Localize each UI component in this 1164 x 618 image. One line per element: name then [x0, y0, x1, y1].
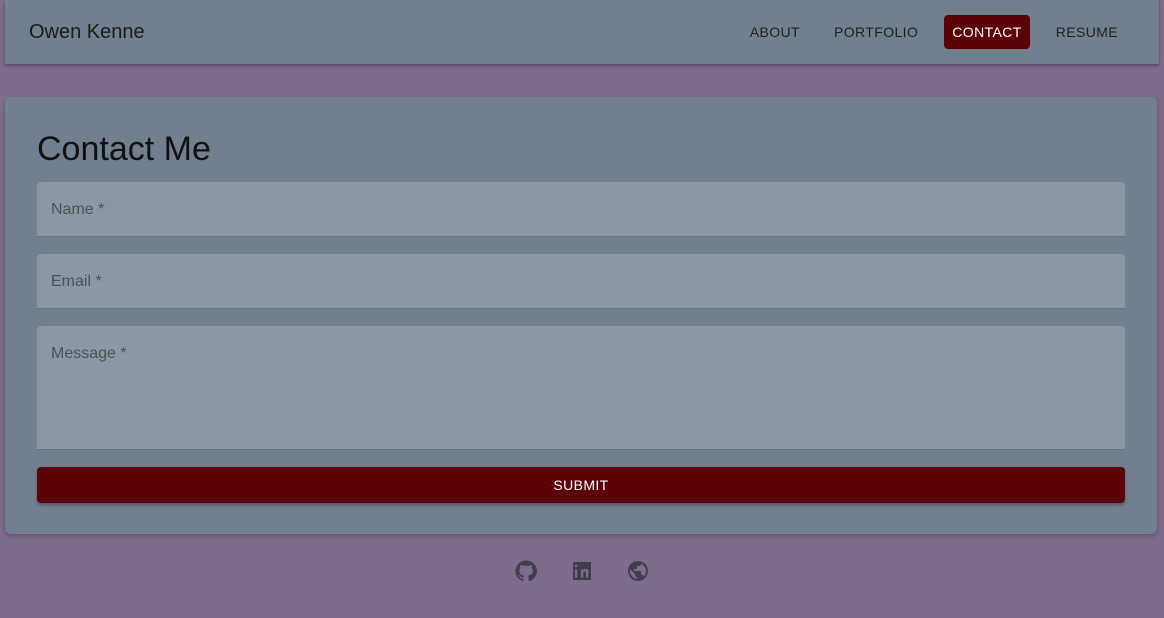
- message-field[interactable]: Message *: [37, 326, 1125, 450]
- email-field-label: Email *: [51, 273, 102, 290]
- message-field-label: Message *: [51, 345, 127, 362]
- nav-resume[interactable]: RESUME: [1048, 15, 1126, 49]
- name-field[interactable]: Name *: [37, 182, 1125, 237]
- globe-icon[interactable]: [626, 559, 650, 583]
- linkedin-icon[interactable]: [570, 559, 594, 583]
- main-nav: ABOUT PORTFOLIO CONTACT RESUME: [733, 15, 1135, 49]
- nav-about[interactable]: ABOUT: [742, 15, 808, 49]
- github-icon[interactable]: [514, 559, 538, 583]
- nav-portfolio[interactable]: PORTFOLIO: [826, 15, 926, 49]
- email-field[interactable]: Email *: [37, 254, 1125, 309]
- contact-card: Contact Me Name * Email * Message * SUBM…: [5, 97, 1157, 534]
- footer-links: [0, 559, 1164, 585]
- page-title: Contact Me: [37, 130, 211, 168]
- brand-name[interactable]: Owen Kenne: [29, 21, 145, 44]
- submit-button[interactable]: SUBMIT: [37, 467, 1125, 503]
- nav-contact[interactable]: CONTACT: [944, 15, 1030, 49]
- name-field-label: Name *: [51, 201, 105, 218]
- app-bar: Owen Kenne ABOUT PORTFOLIO CONTACT RESUM…: [5, 0, 1159, 64]
